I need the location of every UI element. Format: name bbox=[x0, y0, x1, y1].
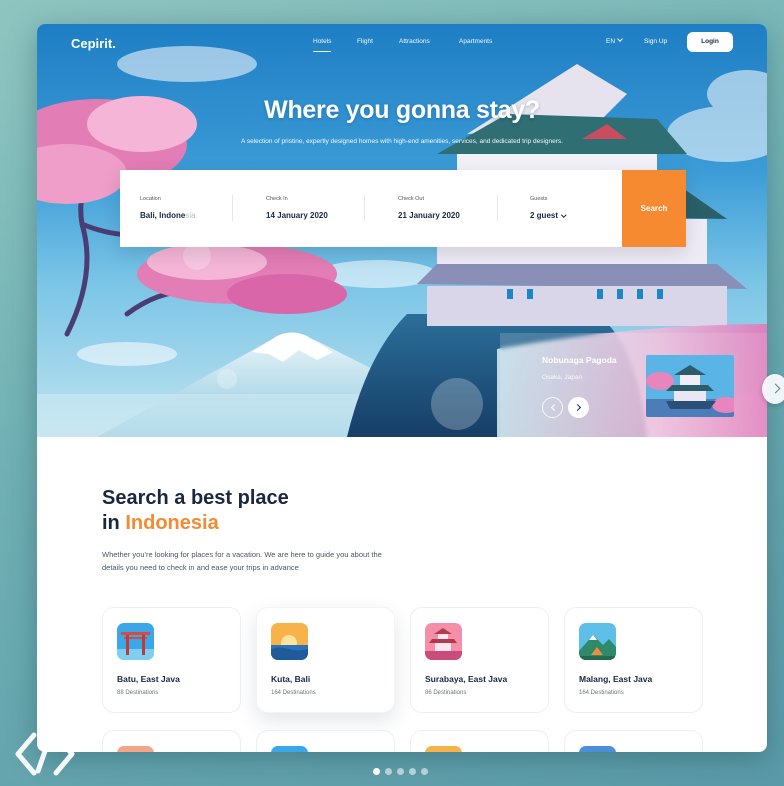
guests-label: Guests bbox=[530, 196, 548, 202]
destination-thumbnail bbox=[425, 746, 462, 752]
hero-banner: Cepirit. Hotels Flight Attractions Apart… bbox=[37, 24, 767, 437]
destination-thumbnail bbox=[579, 746, 616, 752]
mountain-camp-icon bbox=[579, 623, 616, 660]
language-label: EN bbox=[606, 38, 616, 45]
destination-name: Kuta, Bali bbox=[271, 674, 311, 684]
destination-count: 164 Destinations bbox=[579, 690, 624, 696]
pagination-dot[interactable] bbox=[397, 768, 404, 775]
language-selector[interactable]: EN bbox=[606, 36, 623, 45]
destination-thumbnail bbox=[117, 746, 154, 752]
location-value-text: Bali, Indone bbox=[140, 211, 186, 220]
pagoda-icon bbox=[425, 623, 462, 660]
destination-count: 88 Destinations bbox=[117, 690, 159, 696]
featured-title: Nobunaga Pagoda bbox=[542, 355, 617, 365]
chevron-right-icon bbox=[573, 403, 582, 412]
guests-value-text: 2 guest bbox=[530, 211, 559, 220]
location-label: Location bbox=[140, 196, 161, 202]
search-button[interactable]: Search bbox=[622, 170, 686, 247]
chevron-left-icon bbox=[550, 403, 558, 412]
heading-prefix: in bbox=[102, 512, 126, 534]
location-field[interactable]: Location Bali, Indonesia bbox=[140, 170, 235, 247]
next-button[interactable] bbox=[568, 397, 589, 418]
checkout-field[interactable]: Check Out 21 January 2020 bbox=[398, 170, 498, 247]
chevron-down-icon bbox=[561, 211, 567, 217]
destination-name: Batu, East Java bbox=[117, 674, 180, 684]
top-navigation: Cepirit. Hotels Flight Attractions Apart… bbox=[37, 24, 767, 64]
heading-highlight: Indonesia bbox=[125, 512, 219, 534]
destination-card-partial[interactable] bbox=[256, 730, 395, 752]
nav-link-attractions[interactable]: Attractions bbox=[399, 38, 430, 45]
login-button[interactable]: Login bbox=[687, 32, 733, 52]
section-description: Whether you're looking for places for a … bbox=[102, 550, 382, 572]
nav-link-hotels[interactable]: Hotels bbox=[313, 38, 332, 52]
heading-line-1: Search a best place bbox=[102, 487, 289, 509]
destination-card[interactable]: Malang, East Java 164 Destinations bbox=[564, 607, 703, 713]
torii-gate-icon bbox=[117, 623, 154, 660]
mockup-frame: Cepirit. Hotels Flight Attractions Apart… bbox=[37, 24, 767, 752]
chevron-right-icon bbox=[770, 383, 781, 394]
destination-card[interactable]: Batu, East Java 88 Destinations bbox=[102, 607, 241, 713]
section-heading: Search a best place in Indonesia bbox=[102, 486, 289, 536]
destination-card[interactable]: Surabaya, East Java 86 Destinations bbox=[410, 607, 549, 713]
hero-subtitle: A selection of pristine, expertly design… bbox=[241, 138, 563, 145]
destination-card-partial[interactable] bbox=[410, 730, 549, 752]
featured-location: Osaka, Japan bbox=[542, 374, 583, 381]
featured-thumbnail bbox=[646, 355, 734, 417]
checkout-value: 21 January 2020 bbox=[398, 211, 460, 220]
location-value-faded: sia bbox=[185, 211, 196, 220]
brand-logo[interactable]: Cepirit. bbox=[71, 36, 116, 51]
pagination-dot[interactable] bbox=[373, 768, 380, 775]
watermark-logo-icon bbox=[14, 731, 76, 782]
guests-value: 2 guest bbox=[530, 211, 567, 220]
search-bar: Location Bali, Indonesia Check In 14 Jan… bbox=[120, 170, 686, 247]
guests-field[interactable]: Guests 2 guest bbox=[530, 170, 610, 247]
hero-title: Where you gonna stay? bbox=[264, 96, 540, 124]
destination-name: Surabaya, East Java bbox=[425, 674, 508, 684]
sunset-sea-icon bbox=[271, 623, 308, 660]
featured-destination-card[interactable]: Nobunaga Pagoda Osaka, Japan bbox=[500, 333, 767, 437]
pagination-dot[interactable] bbox=[421, 768, 428, 775]
checkout-label: Check Out bbox=[398, 196, 424, 202]
chevron-down-icon bbox=[617, 36, 623, 42]
signup-link[interactable]: Sign Up bbox=[644, 38, 667, 45]
checkin-label: Check In bbox=[266, 196, 288, 202]
pagination-dot[interactable] bbox=[409, 768, 416, 775]
checkin-value: 14 January 2020 bbox=[266, 211, 328, 220]
destination-count: 164 Destinations bbox=[271, 690, 316, 696]
nav-link-apartments[interactable]: Apartments bbox=[459, 38, 492, 45]
destination-card-partial[interactable] bbox=[564, 730, 703, 752]
divider bbox=[497, 195, 498, 221]
location-value: Bali, Indonesia bbox=[140, 211, 196, 220]
destination-thumbnail bbox=[271, 746, 308, 752]
destination-card-partial[interactable] bbox=[102, 730, 241, 752]
pagination-dot[interactable] bbox=[385, 768, 392, 775]
destination-name: Malang, East Java bbox=[579, 674, 653, 684]
previous-button[interactable] bbox=[542, 397, 563, 418]
pagoda-thumbnail-image bbox=[646, 355, 734, 417]
divider bbox=[232, 195, 233, 221]
destination-card[interactable]: Kuta, Bali 164 Destinations bbox=[256, 607, 395, 713]
checkin-field[interactable]: Check In 14 January 2020 bbox=[266, 170, 366, 247]
heading-line-2: in Indonesia bbox=[102, 511, 289, 536]
nav-link-flight[interactable]: Flight bbox=[357, 38, 373, 45]
divider bbox=[364, 195, 365, 221]
destination-count: 86 Destinations bbox=[425, 690, 467, 696]
next-slide-button[interactable] bbox=[762, 374, 784, 404]
